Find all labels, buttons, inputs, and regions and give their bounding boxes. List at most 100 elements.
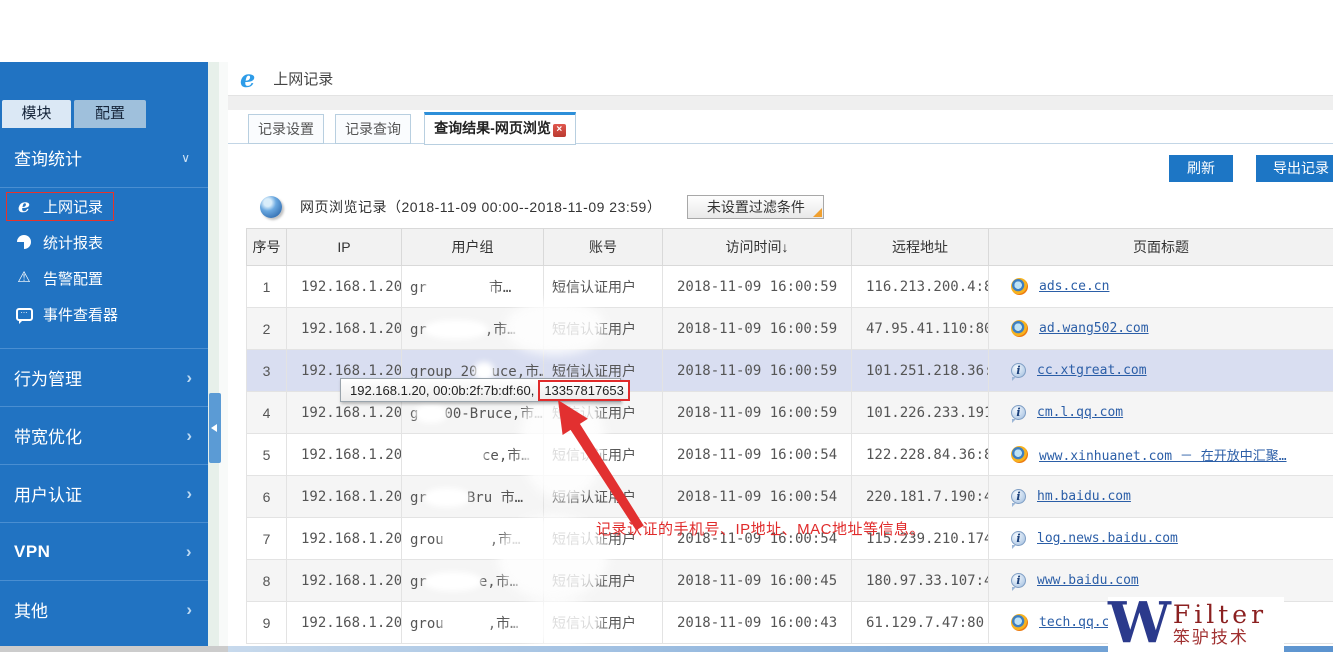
col-page-title[interactable]: 页面标题: [989, 229, 1333, 266]
page-link[interactable]: www.xinhuanet.com － 在开放中汇聚…: [1039, 445, 1287, 464]
cell-ip: 192.168.1.20: [287, 476, 402, 518]
sidebar-item-internet-records[interactable]: e 上网记录: [0, 188, 208, 224]
group-smudge: [444, 617, 488, 630]
col-ip[interactable]: IP: [287, 229, 402, 266]
page-link[interactable]: log.news.baidu.com: [1037, 531, 1178, 546]
col-account[interactable]: 账号: [544, 229, 663, 266]
sidebar-tab-config[interactable]: 配置: [74, 100, 146, 128]
tab-record-query[interactable]: 记录查询: [335, 114, 411, 144]
col-access-time-sorted[interactable]: 访问时间↓: [663, 229, 852, 266]
cell-account: 短信认证用户: [544, 266, 663, 308]
home-icon[interactable]: [1295, 20, 1318, 46]
page-link[interactable]: ad.wang502.com: [1039, 321, 1149, 336]
sidebar-group-label: 行为管理: [14, 365, 82, 390]
selected-item-red-outline: e 上网记录: [6, 192, 114, 221]
cell-usergroup: grBru 市…: [402, 476, 544, 518]
chevron-right-icon: ›: [186, 484, 192, 504]
edition-label: Enterprise: [1128, 27, 1222, 49]
cell-usergroup: gr市…: [402, 266, 544, 308]
export-records-button[interactable]: 导出记录: [1256, 155, 1333, 182]
group-pre: gr: [410, 490, 427, 506]
divider-band: [228, 96, 1333, 110]
sidebar-tabs: 模块 配置: [2, 100, 146, 128]
col-usergroup[interactable]: 用户组: [402, 229, 544, 266]
bottom-strip-left: [0, 646, 228, 652]
sidebar-section-label: 查询统计: [14, 145, 82, 170]
ie-icon: e: [240, 64, 255, 93]
page-link[interactable]: hm.baidu.com: [1037, 489, 1131, 504]
table-row[interactable]: 6 192.168.1.20 grBru 市… 短信认证用户 2018-11-0…: [247, 476, 1333, 518]
sidebar-item-label: 事件查看器: [43, 304, 118, 325]
sidebar-group-auth[interactable]: 用户认证 ›: [0, 464, 208, 522]
info-icon: i: [1011, 489, 1026, 504]
header-bar: WSG-500E Enterprise: [0, 0, 1333, 62]
cell-ip: 192.168.1.20: [287, 560, 402, 602]
sidebar-section-query-stats[interactable]: 查询统计 ∨: [0, 128, 208, 188]
group-suf: ce,市…: [482, 448, 530, 464]
chevron-right-icon: ›: [186, 542, 192, 562]
watermark-company: 笨驴技术: [1173, 628, 1267, 648]
sidebar-item-report[interactable]: 统计报表: [0, 224, 208, 260]
tab-query-result-active[interactable]: 查询结果-网页浏览×: [424, 112, 576, 145]
sidebar: 模块 配置 查询统计 ∨ e 上网记录 统计报表 ⚠ 告警配置 ⋯ 事件查看器 …: [0, 62, 208, 652]
tab-label: 查询结果-网页浏览: [434, 120, 551, 136]
wifi-icon[interactable]: [1322, 22, 1333, 43]
cell-ip: 192.168.1.20: [287, 518, 402, 560]
group-smudge: [427, 491, 467, 504]
table-row[interactable]: 2 192.168.1.20 gr,市… 短信认证用户 2018-11-09 1…: [247, 308, 1333, 350]
group-suf: 00-Bruce,市…: [444, 406, 542, 422]
cell-no: 4: [247, 392, 287, 434]
table-row[interactable]: 5 192.168.1.20 ce,市… 短信认证用户 2018-11-09 1…: [247, 434, 1333, 476]
sidebar-group-label: 其他: [14, 597, 48, 622]
close-icon[interactable]: ×: [553, 124, 566, 137]
ie-icon: e: [12, 198, 36, 214]
page-link[interactable]: ads.ce.cn: [1039, 279, 1109, 294]
cell-no: 8: [247, 560, 287, 602]
firefox-icon: [1011, 278, 1028, 295]
sidebar-groups: 行为管理 › 带宽优化 › 用户认证 › VPN › 其他 ›: [0, 348, 208, 638]
group-suf: ,市…: [488, 616, 519, 632]
cell-remote: 101.251.218.36:443: [852, 350, 989, 392]
sidebar-item-event-viewer[interactable]: ⋯ 事件查看器: [0, 296, 208, 332]
breadcrumb: e 上网记录: [228, 62, 1333, 96]
group-smudge: [410, 449, 482, 462]
alert-icon: ⚠: [12, 271, 36, 285]
cell-remote: 220.181.7.190:443: [852, 476, 989, 518]
sidebar-collapse-handle[interactable]: [209, 393, 221, 463]
cell-remote: 122.228.84.36:80: [852, 434, 989, 476]
cell-no: 3: [247, 350, 287, 392]
group-pre: gr: [410, 322, 427, 338]
filter-condition-button[interactable]: 未设置过滤条件: [687, 195, 824, 219]
cell-account: 短信认证用户: [544, 308, 663, 350]
cell-time: 2018-11-09 16:00:59: [663, 350, 852, 392]
group-pre: g: [410, 406, 418, 422]
page-link[interactable]: cm.l.qq.com: [1037, 405, 1123, 420]
page-link[interactable]: www.baidu.com: [1037, 573, 1139, 588]
cell-no: 5: [247, 434, 287, 476]
group-smudge: [444, 533, 490, 546]
refresh-button[interactable]: 刷新: [1169, 155, 1233, 182]
watermark-brand: Filter: [1173, 602, 1267, 628]
sidebar-tab-modules[interactable]: 模块: [2, 100, 71, 128]
firefox-icon: [1011, 446, 1028, 463]
cell-ip: 192.168.1.20: [287, 434, 402, 476]
table-row[interactable]: 1 192.168.1.20 gr市… 短信认证用户 2018-11-09 16…: [247, 266, 1333, 308]
cell-no: 6: [247, 476, 287, 518]
sidebar-item-label: 统计报表: [43, 232, 103, 253]
sidebar-item-alerts[interactable]: ⚠ 告警配置: [0, 260, 208, 296]
col-remote-address[interactable]: 远程地址: [852, 229, 989, 266]
report-icon: [12, 235, 36, 249]
annotation-arrow: [545, 395, 655, 537]
cell-remote: 47.95.41.110:80: [852, 308, 989, 350]
sidebar-group-other[interactable]: 其他 ›: [0, 580, 208, 638]
sidebar-group-label: 带宽优化: [14, 423, 82, 448]
sidebar-group-behavior[interactable]: 行为管理 ›: [0, 348, 208, 406]
group-suf: 市…: [489, 280, 511, 296]
sidebar-group-bandwidth[interactable]: 带宽优化 ›: [0, 406, 208, 464]
col-no[interactable]: 序号: [247, 229, 287, 266]
tooltip-text: 192.168.1.20, 00:0b:2f:7b:df:60,: [350, 383, 534, 398]
page-link[interactable]: cc.xtgreat.com: [1037, 363, 1147, 378]
cell-time: 2018-11-09 16:00:59: [663, 392, 852, 434]
tab-record-settings[interactable]: 记录设置: [248, 114, 324, 144]
sidebar-group-vpn[interactable]: VPN ›: [0, 522, 208, 580]
